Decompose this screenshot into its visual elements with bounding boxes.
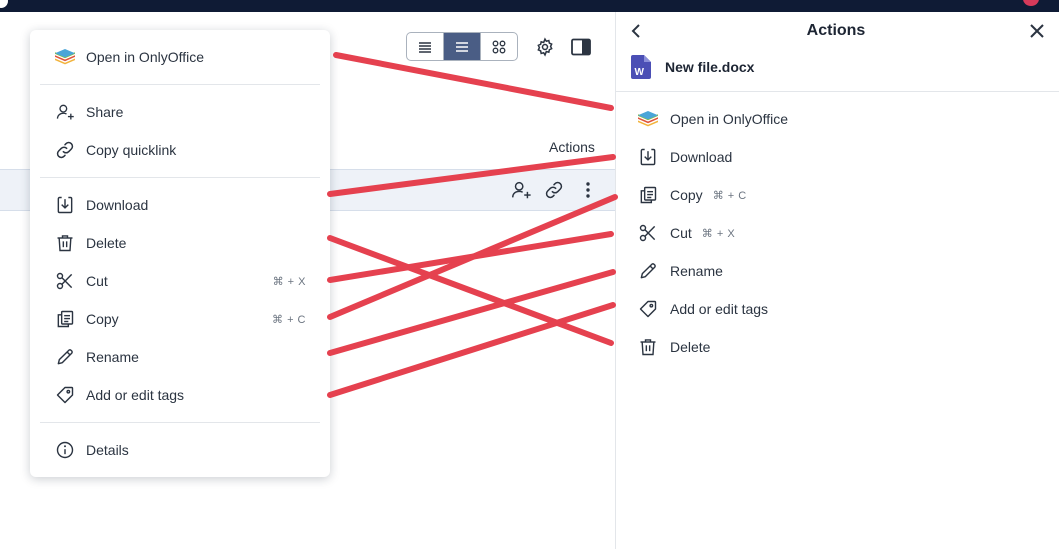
share-icon <box>54 101 76 123</box>
menu-copy-quicklink-label: Copy quicklink <box>86 142 177 158</box>
grid-icon <box>492 40 506 53</box>
menu-separator <box>40 84 320 85</box>
download-icon <box>636 145 660 169</box>
top-bar-indicator <box>0 0 8 8</box>
close-icon <box>1030 24 1044 38</box>
pencil-icon <box>54 346 76 368</box>
panel-header-divider <box>616 91 1059 92</box>
panel-copy[interactable]: Copy ⌘ + C <box>636 180 747 210</box>
row-quicklink-button[interactable] <box>542 178 566 202</box>
list-icon <box>456 41 468 52</box>
panel-file-name: New file.docx <box>665 59 755 75</box>
panel-copy-label: Copy <box>670 187 703 203</box>
panel-cut-label: Cut <box>670 225 692 241</box>
menu-copy-shortcut: ⌘ + C <box>272 313 306 326</box>
menu-details-label: Details <box>86 442 129 458</box>
menu-cut-label: Cut <box>86 273 108 289</box>
menu-delete-label: Delete <box>86 235 127 251</box>
panel-title: Actions <box>806 22 866 39</box>
panel-open-onlyoffice[interactable]: Open in OnlyOffice <box>636 104 788 134</box>
panel-download-label: Download <box>670 149 733 165</box>
download-icon <box>54 194 76 216</box>
panel-rename[interactable]: Rename <box>636 256 723 286</box>
compact-list-icon <box>419 41 431 53</box>
word-document-icon: W <box>631 55 651 84</box>
copy-icon <box>54 308 76 330</box>
menu-delete[interactable]: Delete <box>30 226 330 260</box>
svg-text:W: W <box>635 67 645 78</box>
pencil-icon <box>636 259 660 283</box>
menu-open-onlyoffice[interactable]: Open in OnlyOffice <box>30 40 330 74</box>
link-icon <box>545 181 563 199</box>
menu-download-label: Download <box>86 197 149 213</box>
panel-close-button[interactable] <box>1028 22 1046 40</box>
trash-icon <box>636 335 660 359</box>
info-icon <box>54 439 76 461</box>
panel-download[interactable]: Download <box>636 142 732 172</box>
menu-cut-shortcut: ⌘ + X <box>272 275 306 288</box>
panel-open-onlyoffice-label: Open in OnlyOffice <box>670 111 789 127</box>
gear-icon <box>537 37 553 57</box>
menu-share[interactable]: Share <box>30 95 330 129</box>
onlyoffice-icon <box>54 46 76 68</box>
list-view-button[interactable] <box>443 33 480 60</box>
scissors-icon <box>54 270 76 292</box>
menu-share-label: Share <box>86 104 124 120</box>
menu-open-onlyoffice-label: Open in OnlyOffice <box>86 49 205 65</box>
menu-rename-label: Rename <box>86 349 139 365</box>
panel-tags-label: Add or edit tags <box>670 301 769 317</box>
menu-separator <box>40 422 320 423</box>
onlyoffice-icon <box>636 107 660 131</box>
menu-cut[interactable]: Cut ⌘ + X <box>30 264 330 298</box>
trash-icon <box>54 232 76 254</box>
link-icon <box>54 139 76 161</box>
panel-cut[interactable]: Cut ⌘ + X <box>636 218 735 248</box>
menu-copy-label: Copy <box>86 311 119 327</box>
menu-tags[interactable]: Add or edit tags <box>30 378 330 412</box>
more-icon <box>586 182 590 198</box>
view-mode-toggle <box>406 32 518 61</box>
compact-list-view-button[interactable] <box>407 33 443 60</box>
row-more-button[interactable] <box>578 178 598 202</box>
panel-cut-shortcut: ⌘ + X <box>701 227 736 240</box>
tag-icon <box>54 384 76 406</box>
user-avatar-badge[interactable] <box>1023 0 1039 6</box>
tag-icon <box>636 297 660 321</box>
share-icon <box>512 181 531 199</box>
actions-column-header: Actions <box>549 139 595 155</box>
sidebar-toggle-icon <box>571 38 591 56</box>
menu-tags-label: Add or edit tags <box>86 387 185 403</box>
panel-delete-label: Delete <box>670 339 711 355</box>
panel-delete[interactable]: Delete <box>636 332 710 362</box>
panel-rename-label: Rename <box>670 263 723 279</box>
grid-view-button[interactable] <box>480 33 517 60</box>
top-bar <box>0 0 1059 12</box>
panel-toggle-button[interactable] <box>570 36 592 58</box>
menu-copy[interactable]: Copy ⌘ + C <box>30 302 330 336</box>
menu-download[interactable]: Download <box>30 188 330 222</box>
menu-rename[interactable]: Rename <box>30 340 330 374</box>
scissors-icon <box>636 221 660 245</box>
settings-button[interactable] <box>534 36 556 58</box>
row-share-button[interactable] <box>509 178 533 202</box>
menu-details[interactable]: Details <box>30 433 330 467</box>
panel-tags[interactable]: Add or edit tags <box>636 294 768 324</box>
menu-copy-quicklink[interactable]: Copy quicklink <box>30 133 330 167</box>
context-menu: Open in OnlyOffice Share Copy quicklink … <box>30 30 330 477</box>
copy-icon <box>636 183 660 207</box>
panel-copy-shortcut: ⌘ + C <box>712 189 747 202</box>
menu-separator <box>40 177 320 178</box>
